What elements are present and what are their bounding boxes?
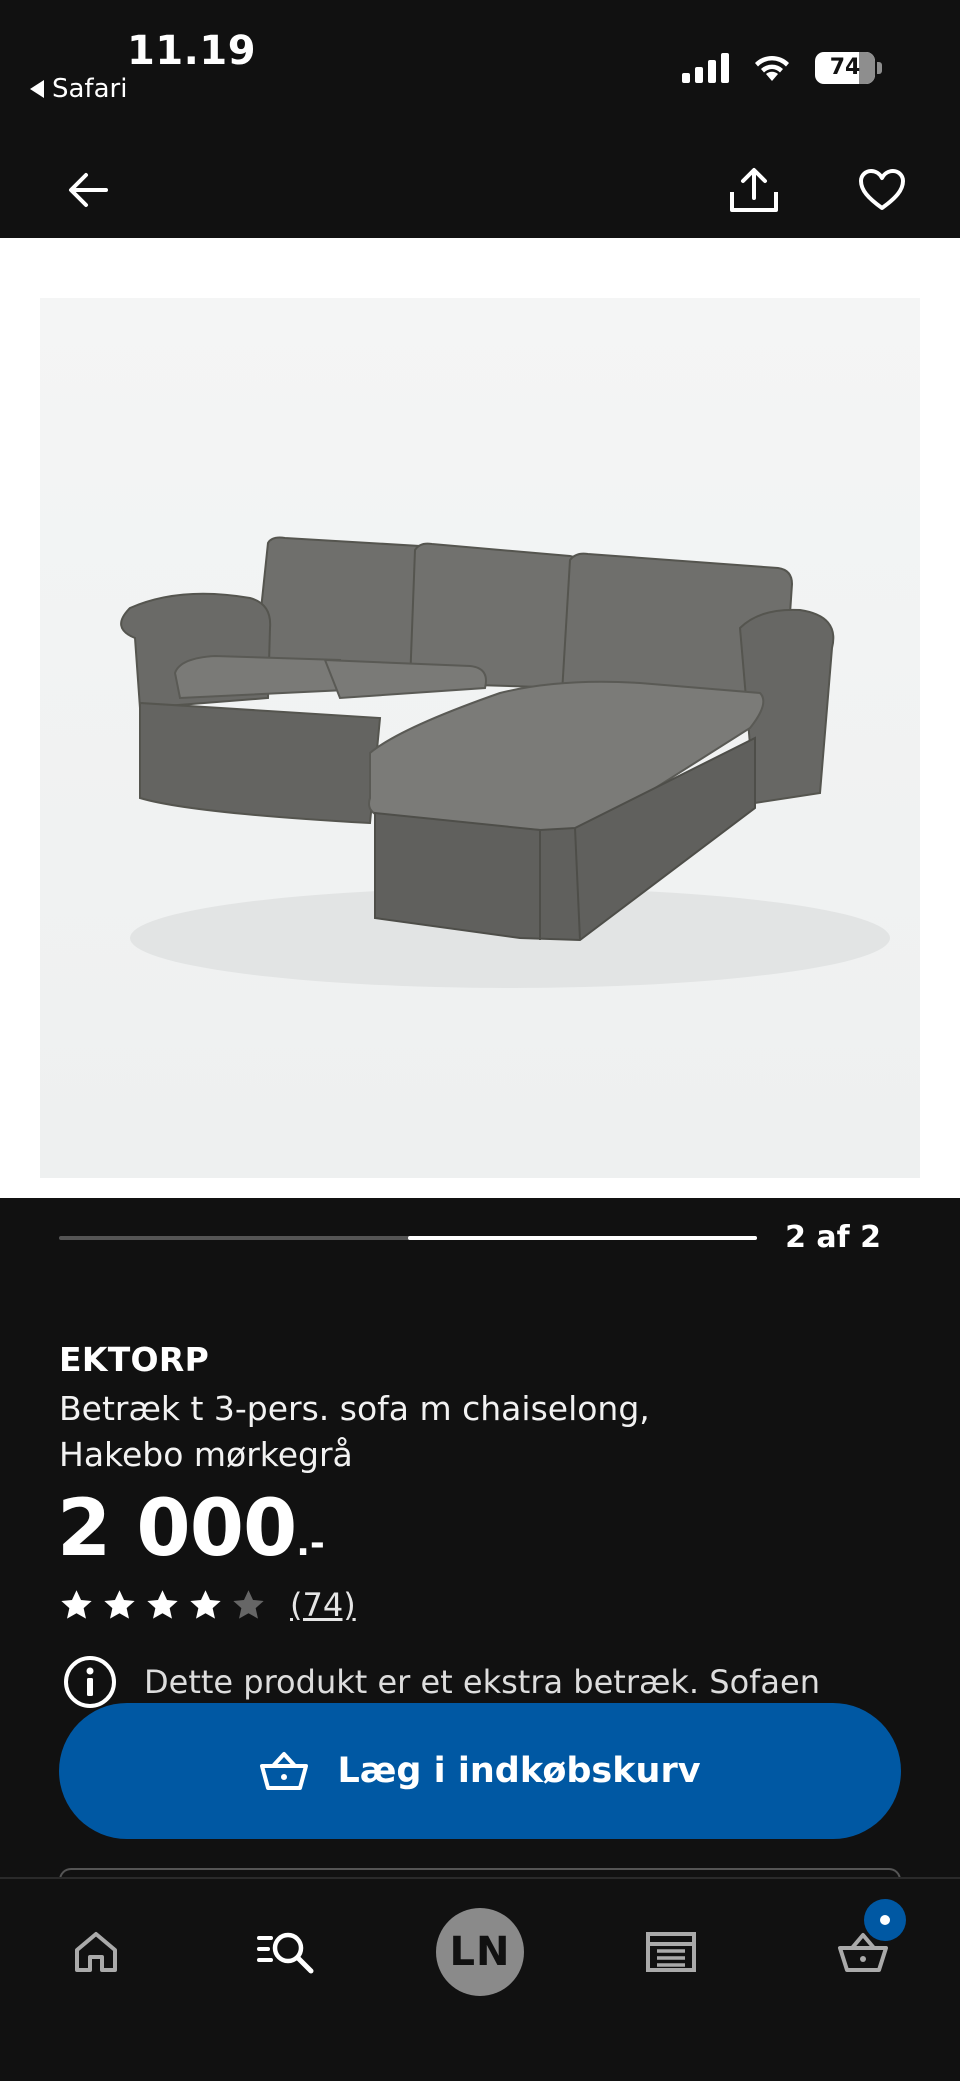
back-button[interactable] (50, 152, 126, 228)
app-toolbar (0, 140, 960, 238)
battery-percent: 74 (829, 55, 861, 80)
nav-profile[interactable]: LN (435, 1907, 525, 1997)
cellular-signal-icon (682, 53, 729, 83)
store-icon (646, 1932, 696, 1972)
nav-basket[interactable] (818, 1899, 908, 1997)
nav-stores[interactable] (626, 1907, 716, 1997)
status-indicators: 74 (682, 52, 882, 84)
product-image-gallery[interactable] (0, 238, 960, 1198)
search-icon (257, 1932, 314, 1974)
product-description-line1: Betræk t 3-pers. sofa m chaiselong, (59, 1389, 650, 1428)
add-to-cart-label: Læg i indkøbskurv (337, 1751, 701, 1791)
product-notice: Dette produkt er et ekstra betræk. Sofae… (62, 1654, 820, 1710)
bottom-navigation: LN (0, 1877, 960, 2081)
status-time: 11.19 (127, 28, 257, 74)
price-suffix: .- (296, 1523, 325, 1564)
product-rating[interactable]: (74) (59, 1586, 356, 1624)
basket-badge (864, 1899, 906, 1941)
rating-stars (59, 1588, 266, 1623)
sofa-image (40, 298, 920, 1178)
nav-home[interactable] (51, 1907, 141, 1997)
star-empty-icon (233, 1589, 264, 1619)
favorite-button[interactable] (844, 152, 920, 228)
product-description-line2: Hakebo mørkegrå (59, 1435, 353, 1474)
back-app-label: Safari (52, 74, 128, 104)
share-button[interactable] (716, 152, 792, 228)
star-filled-icon (61, 1589, 92, 1619)
back-to-safari[interactable]: Safari (30, 74, 127, 104)
basket-icon (260, 1752, 309, 1790)
image-counter: 2 af 2 (785, 1220, 881, 1255)
home-icon (75, 1932, 117, 1972)
add-to-cart-button[interactable]: Læg i indkøbskurv (59, 1703, 901, 1839)
status-bar: 11.19 Safari 74 (0, 0, 960, 140)
avatar: LN (436, 1908, 524, 1996)
heart-icon (859, 169, 905, 210)
star-filled-icon (190, 1589, 221, 1619)
back-triangle-icon (30, 80, 44, 98)
star-filled-icon (147, 1589, 178, 1619)
product-brand: EKTORP (59, 1340, 210, 1379)
price-main: 2 000 (57, 1484, 297, 1574)
pager-track (59, 1236, 757, 1240)
pager-position-indicator (408, 1236, 757, 1240)
share-icon (730, 168, 778, 212)
image-pager: 2 af 2 (0, 1198, 960, 1278)
star-filled-icon (104, 1589, 135, 1619)
product-photo (40, 298, 920, 1178)
wifi-icon (755, 55, 789, 81)
review-count-link[interactable]: (74) (290, 1586, 356, 1624)
product-description: Betræk t 3-pers. sofa m chaiselong, Hake… (59, 1386, 819, 1478)
product-price: 2 000 .- (57, 1484, 325, 1574)
notice-text: Dette produkt er et ekstra betræk. Sofae… (144, 1663, 820, 1701)
battery-icon: 74 (815, 52, 875, 84)
arrow-left-icon (69, 173, 108, 207)
info-icon (64, 1656, 116, 1708)
nav-search[interactable] (241, 1907, 331, 1997)
